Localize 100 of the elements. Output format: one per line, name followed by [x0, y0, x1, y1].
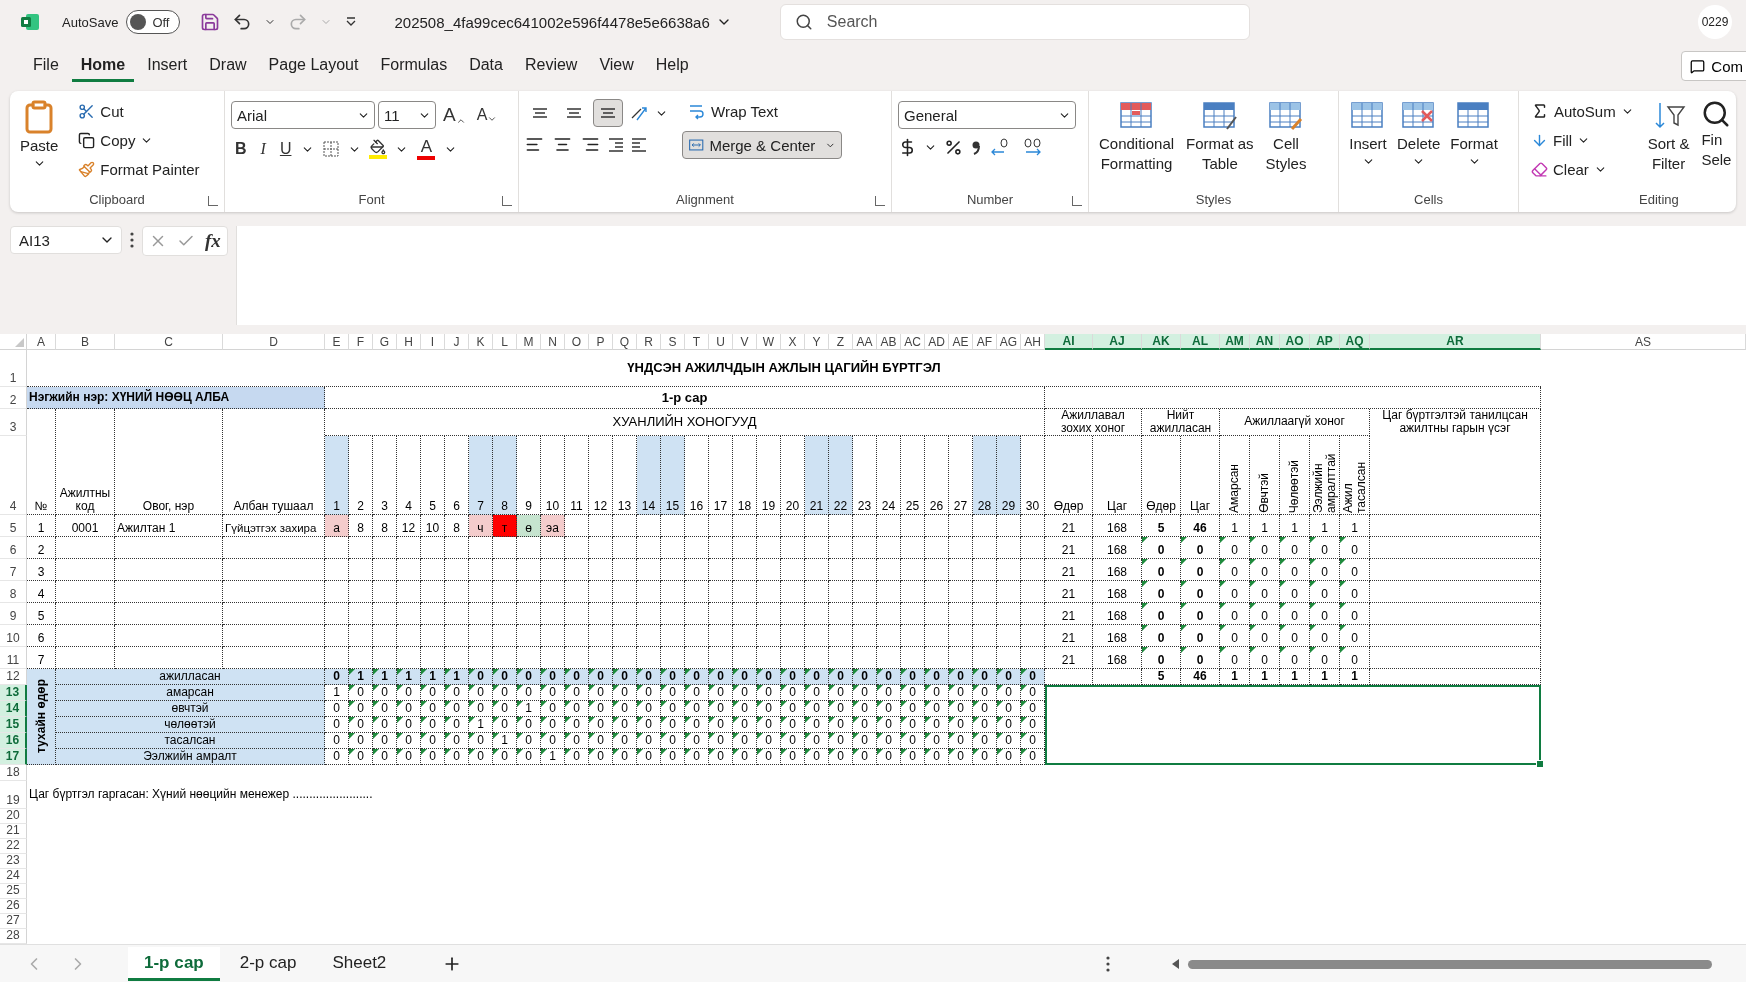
column-header[interactable]: D	[223, 334, 325, 350]
column-header[interactable]: K	[469, 334, 493, 350]
sheet-tab[interactable]: 1-р сар	[128, 947, 220, 981]
column-header[interactable]: N	[541, 334, 565, 350]
align-right-icon[interactable]	[581, 135, 600, 154]
italic-button[interactable]: I	[256, 138, 270, 160]
row-header[interactable]: 12	[0, 669, 27, 685]
conditional-formatting-button[interactable]: Conditional Formatting	[1095, 97, 1179, 175]
delete-cells-button[interactable]: Delete	[1393, 97, 1445, 170]
row-header[interactable]: 24	[0, 869, 27, 884]
align-left-icon[interactable]	[525, 135, 544, 154]
name-box[interactable]: AI13	[10, 226, 122, 254]
column-header[interactable]: AR	[1370, 334, 1541, 350]
ribbon-tab[interactable]: Page Layout	[259, 50, 368, 82]
grow-font-button[interactable]: A	[439, 102, 470, 128]
row-header[interactable]: 5	[0, 515, 27, 537]
column-header[interactable]: C	[115, 334, 223, 350]
comments-button[interactable]: Com	[1681, 51, 1746, 81]
row-header[interactable]: 17	[0, 749, 27, 765]
font-name-field[interactable]: Arial	[231, 101, 375, 129]
account-button[interactable]: 0229	[1698, 5, 1732, 39]
insert-cells-button[interactable]: Insert	[1345, 97, 1391, 170]
column-header[interactable]: L	[493, 334, 517, 350]
row-header[interactable]: 10	[0, 625, 27, 647]
sheet-tab[interactable]: 2-р сар	[223, 947, 313, 981]
vertical-align-button[interactable]	[593, 99, 623, 127]
column-header[interactable]: E	[325, 334, 349, 350]
row-header[interactable]: 15	[0, 717, 27, 733]
insert-function-button[interactable]: fx	[205, 230, 221, 252]
column-header[interactable]: G	[373, 334, 397, 350]
horizontal-scrollbar[interactable]	[1188, 959, 1712, 969]
bold-button[interactable]: B	[231, 138, 251, 160]
row-header[interactable]: 13	[0, 685, 27, 701]
row-header[interactable]: 27	[0, 914, 27, 929]
more-options-icon[interactable]	[1106, 956, 1111, 972]
column-header[interactable]: AQ	[1340, 334, 1370, 350]
fill-color-icon[interactable]	[367, 137, 390, 161]
column-header[interactable]: O	[565, 334, 589, 350]
column-header[interactable]: V	[733, 334, 757, 350]
row-header[interactable]: 8	[0, 581, 27, 603]
column-header[interactable]: AS	[1541, 334, 1746, 350]
row-header[interactable]: 21	[0, 824, 27, 839]
column-header[interactable]: AG	[997, 334, 1021, 350]
row-header[interactable]: 11	[0, 647, 27, 669]
column-header[interactable]: AM	[1220, 334, 1250, 350]
column-header[interactable]: AF	[973, 334, 997, 350]
row-header[interactable]: 18	[0, 765, 27, 781]
column-header[interactable]: Y	[805, 334, 829, 350]
column-header[interactable]: AP	[1310, 334, 1340, 350]
column-header[interactable]: J	[445, 334, 469, 350]
dialog-launcher-icon[interactable]	[875, 196, 885, 206]
format-cells-button[interactable]: Format	[1446, 97, 1502, 170]
row-header[interactable]: 26	[0, 899, 27, 914]
autosave-toggle[interactable]: Off	[126, 10, 181, 34]
row-header[interactable]: 4	[0, 436, 27, 515]
column-header[interactable]: AI	[1045, 334, 1093, 350]
ribbon-tab[interactable]: File	[24, 50, 68, 82]
cut-button[interactable]: Cut	[72, 97, 206, 125]
underline-button[interactable]: U	[275, 138, 296, 160]
sheet-tab[interactable]: Sheet2	[316, 947, 403, 981]
row-header[interactable]: 1	[0, 350, 27, 387]
column-header[interactable]: H	[397, 334, 421, 350]
paste-button[interactable]: Paste	[16, 97, 63, 172]
column-header[interactable]: AB	[877, 334, 901, 350]
row-header[interactable]: 28	[0, 929, 27, 944]
row-header[interactable]: 25	[0, 884, 27, 899]
column-header[interactable]: AK	[1142, 334, 1181, 350]
font-size-field[interactable]: 11	[378, 101, 436, 129]
ribbon-tab[interactable]: Insert	[138, 50, 197, 82]
clear-button[interactable]: Clear	[1525, 155, 1640, 183]
column-header[interactable]: I	[421, 334, 445, 350]
ribbon-tab[interactable]: View	[590, 50, 643, 82]
dialog-launcher-icon[interactable]	[208, 196, 218, 206]
row-header[interactable]: 16	[0, 733, 27, 749]
cell-styles-button[interactable]: Cell Styles	[1261, 97, 1311, 175]
find-select-button[interactable]: Fin Sele	[1697, 97, 1736, 171]
number-format-field[interactable]: General	[898, 101, 1076, 129]
copy-button[interactable]: Copy	[72, 126, 206, 154]
autosum-button[interactable]: AutoSum	[1525, 97, 1640, 125]
row-header[interactable]: 19	[0, 781, 27, 809]
column-header[interactable]: AA	[853, 334, 877, 350]
row-header[interactable]: 2	[0, 387, 27, 409]
format-painter-button[interactable]: Format Painter	[72, 155, 206, 183]
column-header[interactable]: R	[637, 334, 661, 350]
column-header[interactable]: AD	[925, 334, 949, 350]
search-input[interactable]: Search	[824, 12, 1235, 32]
ribbon-tab[interactable]: Data	[460, 50, 512, 82]
column-header[interactable]: AJ	[1093, 334, 1142, 350]
fill-button[interactable]: Fill	[1525, 126, 1640, 154]
column-header[interactable]: AE	[949, 334, 973, 350]
ribbon-tab[interactable]: Draw	[200, 50, 256, 82]
wrap-text-button[interactable]: Wrap Text	[682, 97, 842, 125]
row-header[interactable]: 23	[0, 854, 27, 869]
ribbon-tab[interactable]: Review	[515, 50, 587, 82]
column-header[interactable]: F	[349, 334, 373, 350]
column-header[interactable]: Z	[829, 334, 853, 350]
dialog-launcher-icon[interactable]	[502, 196, 512, 206]
row-header[interactable]: 9	[0, 603, 27, 625]
row-header[interactable]: 14	[0, 701, 27, 717]
ribbon-tab[interactable]: Help	[646, 50, 698, 82]
